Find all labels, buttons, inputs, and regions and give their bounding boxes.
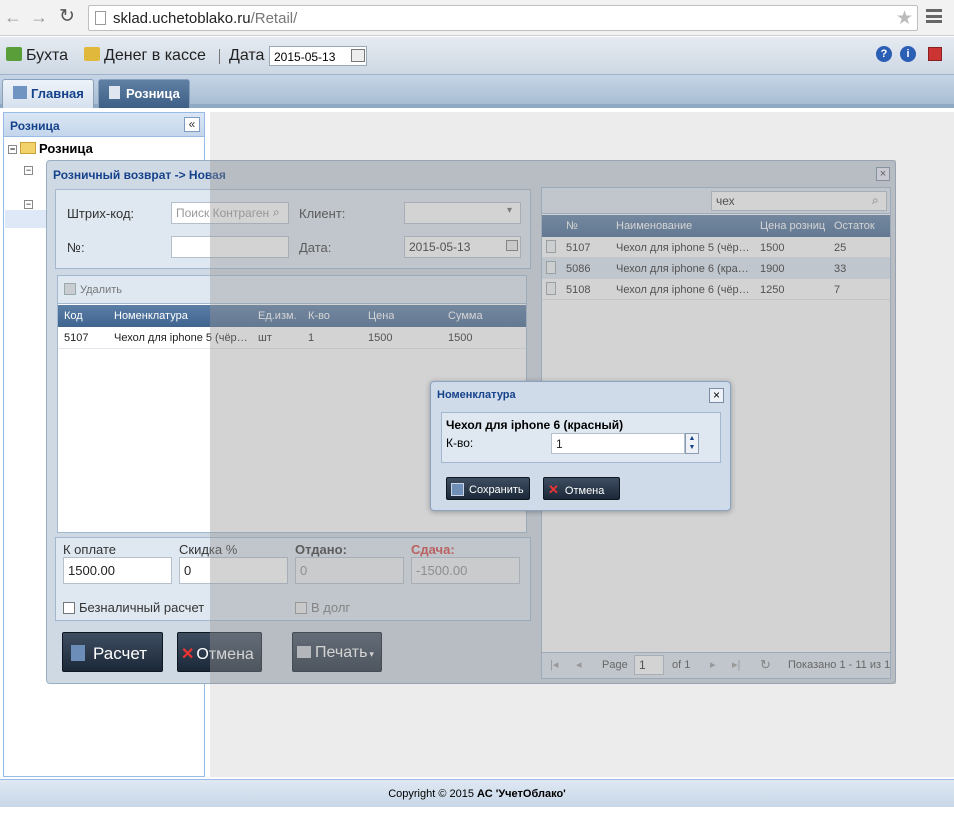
cash-label: Денег в кассе [104, 47, 206, 64]
bookmark-star-icon[interactable]: ★ [896, 7, 913, 30]
dialog-item-name: Чехол для iphone 6 (красный) [446, 418, 624, 432]
footer-company: АС 'УчетОблако' [477, 788, 566, 800]
date-label: Дата [229, 47, 265, 64]
reload-icon[interactable]: ↻ [56, 6, 78, 28]
collapse-icon[interactable]: « [184, 117, 200, 132]
help-icon[interactable]: ? [876, 46, 892, 62]
calc-button[interactable]: Расчет [62, 632, 163, 672]
toolbar-divider [219, 49, 220, 64]
nomenclature-dialog: Номенклатура × Чехол для iphone 6 (красн… [430, 381, 731, 511]
dialog-cancel-label: Отмена [564, 485, 605, 497]
tree-collapse-icon[interactable]: − [8, 145, 17, 154]
basket-icon [6, 47, 22, 61]
close-icon: ✕ [181, 646, 195, 663]
delete-icon [64, 283, 76, 295]
calculator-icon [71, 645, 85, 661]
checkbox-icon[interactable] [63, 602, 75, 614]
qty-input[interactable]: 1 [551, 433, 685, 454]
close-icon: ✕ [548, 482, 559, 497]
toolbar-date-value: 2015-05-13 [274, 50, 336, 64]
tab-retail[interactable]: Розница [98, 79, 190, 108]
tab-main-label: Главная [31, 86, 84, 101]
coins-icon [84, 47, 100, 61]
cashless-label: Безналичный расчет [79, 600, 205, 615]
forward-arrow-icon[interactable]: → [28, 6, 50, 28]
tab-main[interactable]: Главная [2, 79, 94, 108]
tree-child-toggle[interactable]: − [24, 163, 36, 177]
calendar-icon[interactable] [351, 49, 365, 62]
col-code[interactable]: Код [64, 310, 83, 322]
save-icon [451, 483, 464, 496]
footer: Copyright © 2015 АС 'УчетОблако' [0, 779, 954, 807]
tab-retail-label: Розница [126, 86, 180, 101]
url-text: sklad.uchetoblako.ru/Retail/ [113, 10, 297, 27]
address-bar[interactable]: sklad.uchetoblako.ru/Retail/ ★ [88, 5, 918, 31]
delete-button[interactable]: Удалить [64, 283, 122, 296]
browser-menu-icon[interactable] [926, 9, 942, 23]
info-icon[interactable]: i [900, 46, 916, 62]
to-pay-label: К оплате [63, 542, 117, 557]
buhta-button[interactable]: Бухта [6, 47, 68, 65]
dialog-title: Номенклатура [437, 389, 516, 401]
to-pay-input[interactable]: 1500.00 [63, 557, 172, 584]
app-toolbar: Бухта Денег в кассе Дата 2015-05-13 ? i [0, 37, 954, 75]
qty-label: К-во: [446, 436, 474, 450]
delete-label: Удалить [80, 284, 122, 296]
exit-icon[interactable] [928, 47, 942, 61]
page-icon [95, 11, 106, 25]
home-icon [13, 86, 27, 99]
folder-icon [20, 142, 36, 154]
number-label: №: [67, 240, 85, 255]
toolbar-date-input[interactable]: 2015-05-13 [269, 46, 367, 66]
qty-spinner[interactable]: ▲ ▼ [685, 433, 699, 454]
url-host: sklad.uchetoblako.ru [113, 10, 251, 27]
register-icon [109, 86, 120, 99]
buhta-label: Бухта [26, 47, 69, 64]
dialog-save-button[interactable]: Сохранить [446, 477, 530, 500]
cell-code: 5107 [64, 332, 89, 344]
back-arrow-icon[interactable]: ← [2, 6, 24, 28]
browser-toolbar: ← → ↻ sklad.uchetoblako.ru/Retail/ ★ [0, 0, 954, 36]
footer-text: Copyright © 2015 [388, 788, 478, 800]
col-name[interactable]: Номенклатура [114, 310, 188, 322]
dialog-close-icon[interactable]: × [709, 388, 724, 403]
tree-child-toggle[interactable]: − [24, 197, 36, 211]
barcode-label: Штрих-код: [67, 206, 135, 221]
url-path: /Retail/ [250, 10, 298, 27]
cash-button[interactable]: Денег в кассе [84, 47, 206, 65]
dialog-cancel-button[interactable]: ✕ Отмена [543, 477, 620, 500]
calc-label: Расчет [93, 644, 148, 663]
tree-root-label: Розница [39, 141, 93, 156]
dialog-save-label: Сохранить [469, 484, 524, 496]
left-panel-header: Розница [4, 113, 204, 137]
cashless-checkbox[interactable]: Безналичный расчет [63, 600, 204, 615]
tab-strip: Главная Розница [0, 75, 954, 108]
tree-root[interactable]: − Розница [8, 141, 93, 156]
left-panel-title: Розница [10, 119, 60, 133]
